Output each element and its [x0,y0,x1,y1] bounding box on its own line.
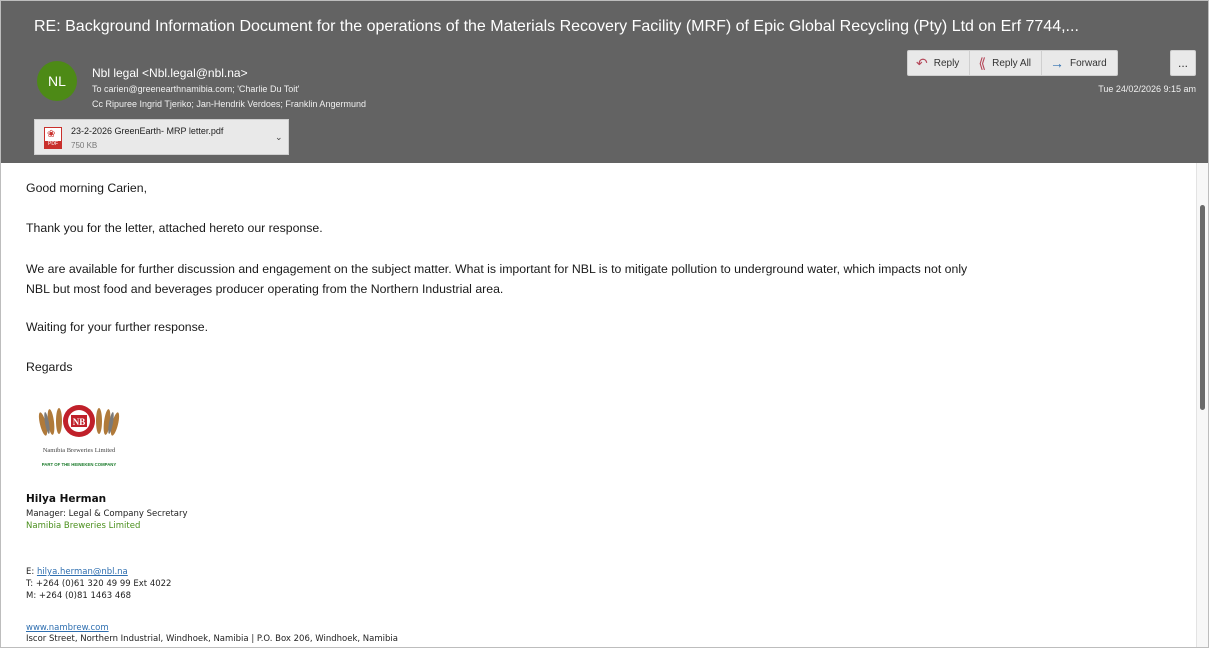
reply-button[interactable]: ↶ Reply [908,51,971,75]
body-paragraph: Waiting for your further response. [26,320,209,334]
body-paragraph: Thank you for the letter, attached heret… [26,221,323,235]
signature-email-link[interactable]: hilya.herman@nbl.na [37,567,128,577]
attachment-card[interactable]: ❀ PDF 23-2-2026 GreenEarth- MRP letter.p… [34,119,289,155]
logo-tagline: PART OF THE HEINEKEN COMPANY [42,462,117,467]
signature-title: Manager: Legal & Company Secretary [26,509,188,519]
body-paragraph: We are available for further discussion … [26,262,968,276]
sender-name[interactable]: Nbl legal <Nbl.legal@nbl.na> [92,66,248,80]
pdf-icon: ❀ PDF [44,127,62,149]
forward-label: Forward [1070,57,1107,69]
more-actions-button[interactable]: ... [1170,50,1196,76]
reply-icon: ↶ [916,55,928,71]
recipients-to[interactable]: To carien@greenearthnamibia.com; 'Charli… [92,84,300,94]
scrollbar-thumb[interactable] [1200,205,1205,410]
closing: Regards [26,360,73,374]
signature-website-link[interactable]: www.nambrew.com [26,623,109,633]
svg-text:NB: NB [73,417,86,427]
namibia-breweries-logo: NB Namibia Breweries Limited PART OF THE… [38,405,120,467]
greeting: Good morning Carien, [26,181,147,195]
message-actions: ↶ Reply ⟪ Reply All → Forward [907,50,1118,76]
signature-email-line: E: hilya.herman@nbl.na [26,567,128,577]
reply-all-button[interactable]: ⟪ Reply All [970,51,1043,75]
vertical-scrollbar[interactable] [1196,163,1208,647]
email-header: RE: Background Information Document for … [1,1,1208,163]
signature-mobile: M: +264 (0)81 1463 468 [26,591,132,601]
signature-company: Namibia Breweries Limited [26,521,141,531]
recipients-cc[interactable]: Cc Ripuree Ingrid Tjeriko; Jan-Hendrik V… [92,99,366,109]
reply-all-label: Reply All [992,57,1032,69]
received-datetime: Tue 24/02/2026 9:15 am [1098,84,1196,94]
body-paragraph: NBL but most food and beverages producer… [26,282,504,296]
reply-all-icon: ⟪ [978,55,987,71]
attachment-size: 750 KB [71,141,98,150]
email-reading-pane: RE: Background Information Document for … [0,0,1209,648]
signature-telephone: T: +264 (0)61 320 49 99 Ext 4022 [26,579,172,589]
signature-address: Iscor Street, Northern Industrial, Windh… [26,634,398,644]
signature-email-label: E: [26,567,37,577]
sender-avatar[interactable]: NL [37,61,77,101]
email-subject: RE: Background Information Document for … [34,18,1079,35]
signature-name: Hilya Herman [26,493,107,505]
logo-company-text: Namibia Breweries Limited [43,447,116,454]
chevron-down-icon[interactable]: ⌄ [275,132,283,143]
forward-icon: → [1050,55,1065,71]
attachment-name[interactable]: 23-2-2026 GreenEarth- MRP letter.pdf [71,126,223,136]
reply-label: Reply [933,57,960,69]
forward-button[interactable]: → Forward [1042,51,1117,75]
